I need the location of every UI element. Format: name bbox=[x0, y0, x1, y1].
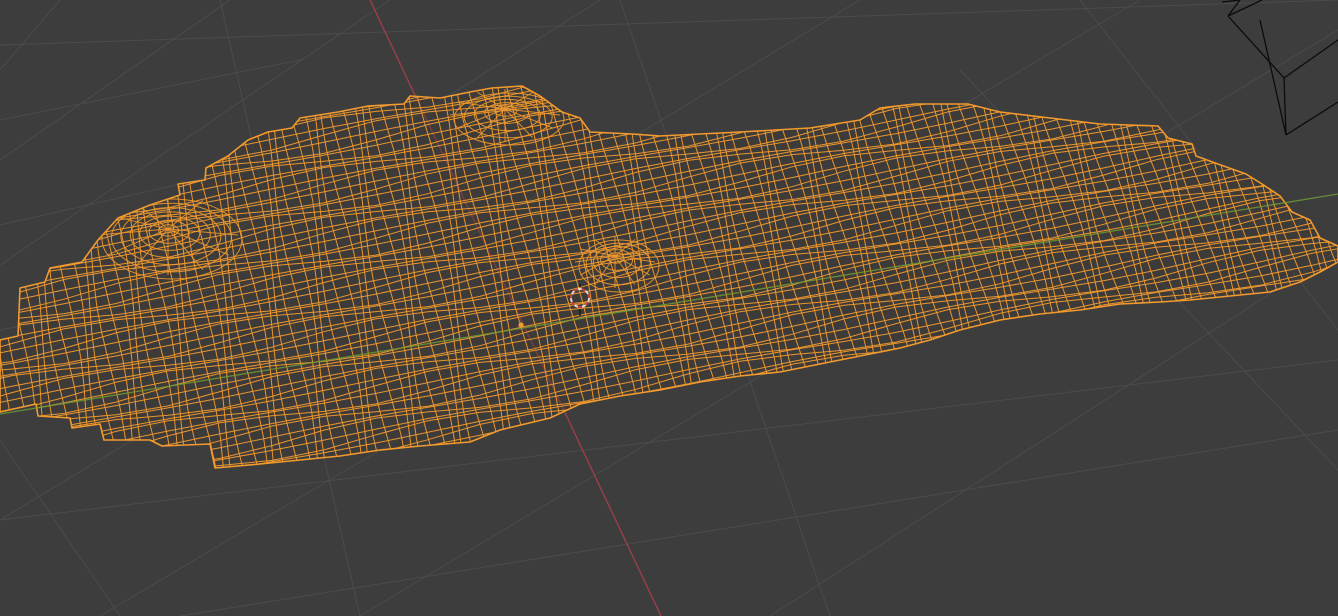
terrain-mesh-wireframe[interactable] bbox=[0, 0, 1338, 605]
3d-viewport[interactable] bbox=[0, 0, 1338, 616]
camera-icon[interactable] bbox=[1221, 0, 1338, 136]
object-origin-icon[interactable] bbox=[518, 322, 524, 328]
viewport-canvas[interactable] bbox=[0, 0, 1338, 616]
